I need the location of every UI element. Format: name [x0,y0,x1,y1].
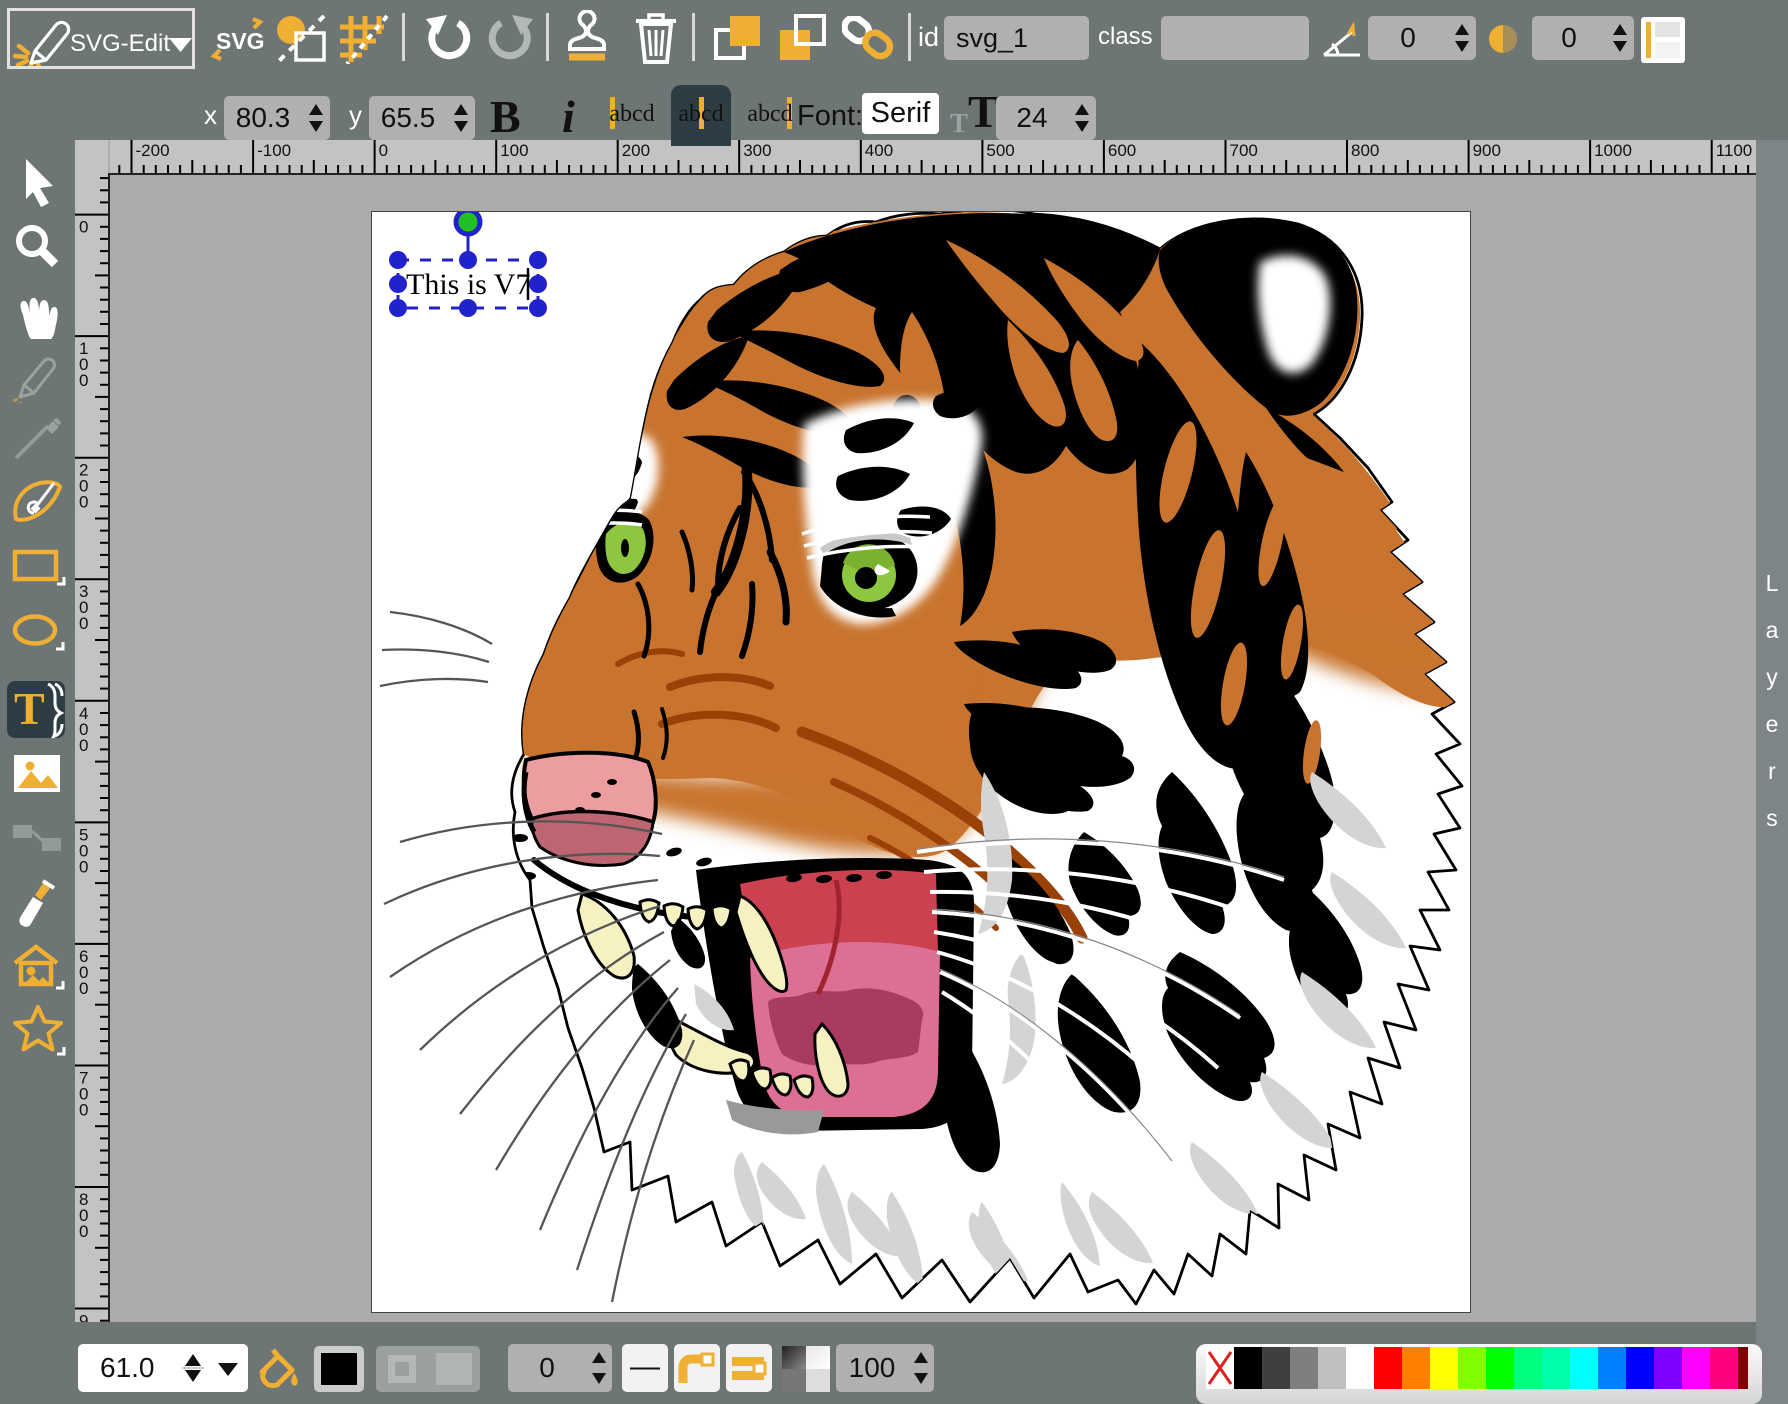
svg-text:This is V7: This is V7 [406,268,530,301]
svg-text:0: 0 [79,857,88,876]
svg-text:0: 0 [79,736,88,755]
svg-text:-100: -100 [257,141,291,160]
svg-text:SVG: SVG [216,28,264,54]
svg-text:700: 700 [1230,141,1258,160]
svg-text:600: 600 [1108,141,1136,160]
svg-text:100: 100 [500,141,528,160]
svg-text:0: 0 [79,1222,88,1241]
svg-text:0: 0 [379,141,388,160]
svg-text:0: 0 [79,1101,88,1120]
svg-text:900: 900 [1473,141,1501,160]
svg-text:500: 500 [986,141,1014,160]
svg-text:-200: -200 [136,141,170,160]
svg-text:0: 0 [79,493,88,512]
svg-text:SVG-Edit: SVG-Edit [70,30,170,57]
svg-text:800: 800 [1351,141,1379,160]
svg-text:400: 400 [865,141,893,160]
svg-text:0: 0 [79,371,88,390]
svg-text:9: 9 [79,1312,88,1323]
svg-text:0: 0 [79,218,88,237]
svg-text:1000: 1000 [1594,141,1632,160]
svg-text:1100: 1100 [1716,141,1753,160]
svg-text:T: T [14,683,45,734]
svg-text:0: 0 [79,979,88,998]
svg-text:0: 0 [79,614,88,633]
